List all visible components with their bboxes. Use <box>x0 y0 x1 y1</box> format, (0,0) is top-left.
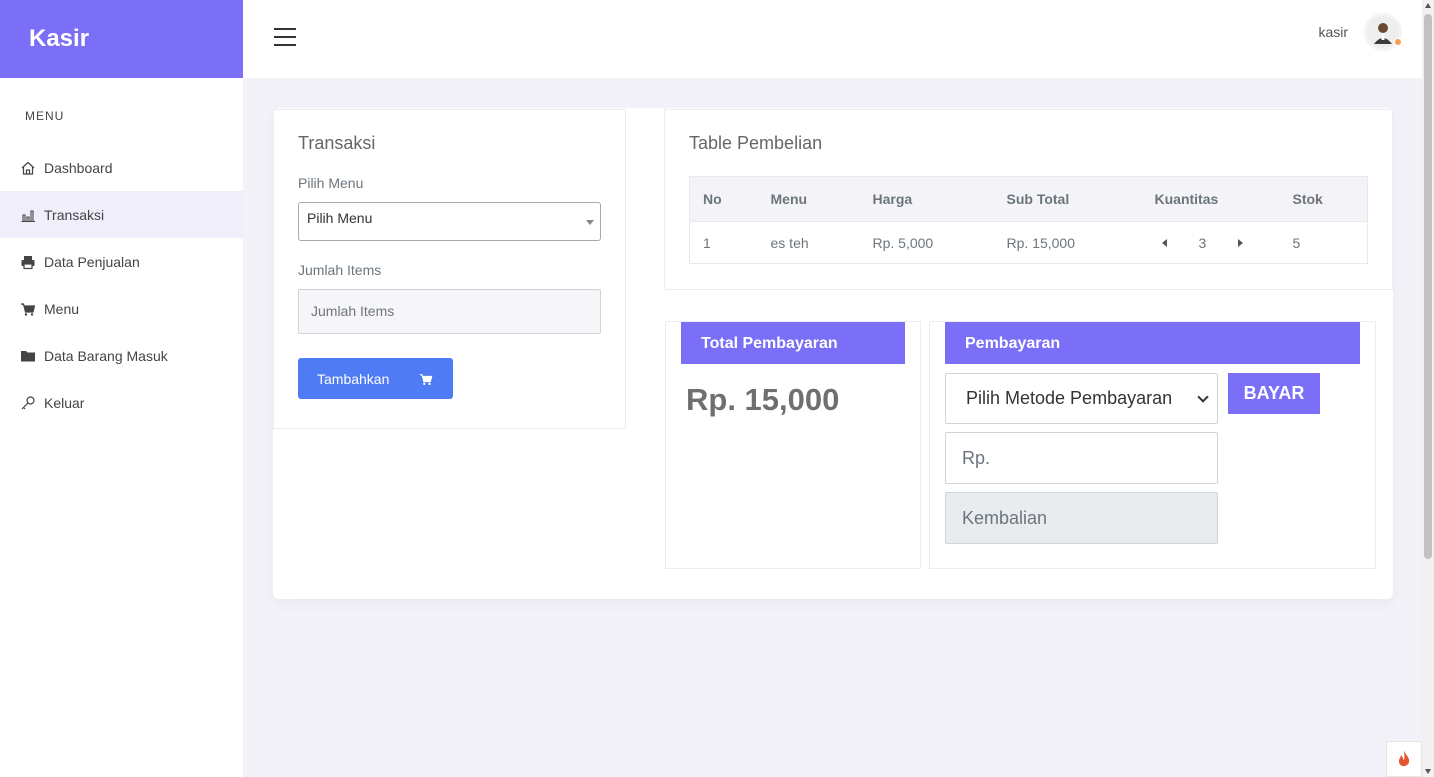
increase-qty-icon[interactable] <box>1238 238 1244 247</box>
rp-input[interactable]: Rp. <box>945 432 1218 484</box>
tambahkan-button[interactable]: Tambahkan <box>298 358 453 399</box>
hamburger-menu-icon[interactable] <box>274 28 296 46</box>
cell-harga: Rp. 5,000 <box>872 234 934 251</box>
pilih-menu-label: Pilih Menu <box>298 175 364 191</box>
caret-down-icon <box>586 220 594 225</box>
bayar-button[interactable]: BAYAR <box>1228 373 1320 414</box>
col-no: No <box>689 176 758 222</box>
jumlah-items-label: Jumlah Items <box>298 262 382 278</box>
pembayaran-row: Pilih Metode Pembayaran BAYAR <box>945 373 1360 424</box>
pilih-menu-select[interactable]: Pilih Menu <box>298 202 601 241</box>
home-icon <box>21 161 35 175</box>
cell-no: 1 <box>703 234 711 251</box>
sidebar-item-label: Transaksi <box>44 206 105 223</box>
qty-value: 3 <box>1198 234 1207 251</box>
pembelian-table: No Menu Harga Sub Total Kuantitas Stok 1… <box>689 176 1368 264</box>
sidebar-item-label: Menu <box>44 300 80 317</box>
sidebar-item-transaksi[interactable]: Transaksi <box>0 191 243 238</box>
tambahkan-label: Tambahkan <box>317 370 390 387</box>
cell-stok: 5 <box>1292 234 1301 251</box>
total-pembayaran-panel: Total Pembayaran Rp. 15,000 <box>665 321 921 569</box>
total-amount: Rp. 15,000 <box>686 382 840 417</box>
folder-icon <box>21 350 35 361</box>
cart-icon <box>420 373 433 385</box>
col-menu: Menu <box>757 176 860 222</box>
table-pembelian-title: Table Pembelian <box>689 133 823 153</box>
pembayaran-panel: Pembayaran Pilih Metode Pembayaran BAYAR… <box>929 321 1376 569</box>
scrollbar-thumb[interactable] <box>1424 14 1432 559</box>
cell-kuantitas: 3 <box>1142 222 1280 264</box>
scroll-up-icon[interactable] <box>1425 3 1431 8</box>
jumlah-items-input[interactable]: Jumlah Items <box>298 289 601 334</box>
sidebar-item-keluar[interactable]: Keluar <box>0 379 243 426</box>
sidebar-item-label: Data Barang Masuk <box>44 347 168 364</box>
pembayaran-title: Pembayaran <box>945 322 1360 364</box>
topbar: kasir <box>243 0 1422 78</box>
transaksi-title: Transaksi <box>298 133 376 153</box>
col-subtotal: Sub Total <box>993 176 1142 222</box>
menu-heading: MENU <box>25 109 65 123</box>
decrease-qty-icon[interactable] <box>1161 238 1167 247</box>
sidebar-item-data-barang-masuk[interactable]: Data Barang Masuk <box>0 332 243 379</box>
table-pembelian-panel: Table Pembelian No Menu Harga Sub Total … <box>664 109 1393 290</box>
key-icon <box>21 395 35 409</box>
metode-pembayaran-select[interactable]: Pilih Metode Pembayaran <box>945 373 1218 424</box>
col-stok: Stok <box>1279 176 1368 222</box>
main-card: Transaksi Pilih Menu Pilih Menu Jumlah I… <box>273 108 1393 599</box>
page-scrollbar[interactable] <box>1422 0 1434 777</box>
cell-menu: es teh <box>770 234 809 251</box>
metode-pembayaran-value: Pilih Metode Pembayaran <box>966 388 1173 408</box>
transaksi-panel: Transaksi Pilih Menu Pilih Menu Jumlah I… <box>273 109 626 429</box>
table-header-row: No Menu Harga Sub Total Kuantitas Stok <box>689 176 1368 222</box>
user-name[interactable]: kasir <box>1318 24 1348 40</box>
bar-chart-icon <box>21 209 35 222</box>
sidebar-item-dashboard[interactable]: Dashboard <box>0 144 243 191</box>
table-row: 1 es teh Rp. 5,000 Rp. 15,000 3 5 <box>690 222 1368 264</box>
status-dot <box>1394 38 1402 46</box>
printer-icon <box>21 255 35 269</box>
cart-icon <box>21 302 36 316</box>
flame-icon[interactable] <box>1386 741 1422 777</box>
chevron-down-icon <box>1197 391 1209 403</box>
sidebar-item-label: Data Penjualan <box>44 253 140 270</box>
sidebar-item-label: Dashboard <box>44 159 113 176</box>
brand-logo[interactable]: Kasir <box>0 0 243 78</box>
sidebar-nav: Dashboard Transaksi Data Penjualan Menu … <box>0 144 243 426</box>
quantity-stepper: 3 <box>1155 235 1280 251</box>
sidebar-item-menu[interactable]: Menu <box>0 285 243 332</box>
cell-subtotal: Rp. 15,000 <box>1006 234 1076 251</box>
avatar[interactable] <box>1364 13 1402 51</box>
sidebar: Kasir MENU Dashboard Transaksi Data Penj… <box>0 0 243 777</box>
col-kuantitas: Kuantitas <box>1141 176 1280 222</box>
sidebar-item-data-penjualan[interactable]: Data Penjualan <box>0 238 243 285</box>
kembalian-field: Kembalian <box>945 492 1218 544</box>
pilih-menu-value: Pilih Menu <box>307 210 373 226</box>
sidebar-item-label: Keluar <box>44 394 85 411</box>
scroll-down-icon[interactable] <box>1425 769 1431 774</box>
total-pembayaran-title: Total Pembayaran <box>681 322 905 364</box>
col-harga: Harga <box>859 176 994 222</box>
